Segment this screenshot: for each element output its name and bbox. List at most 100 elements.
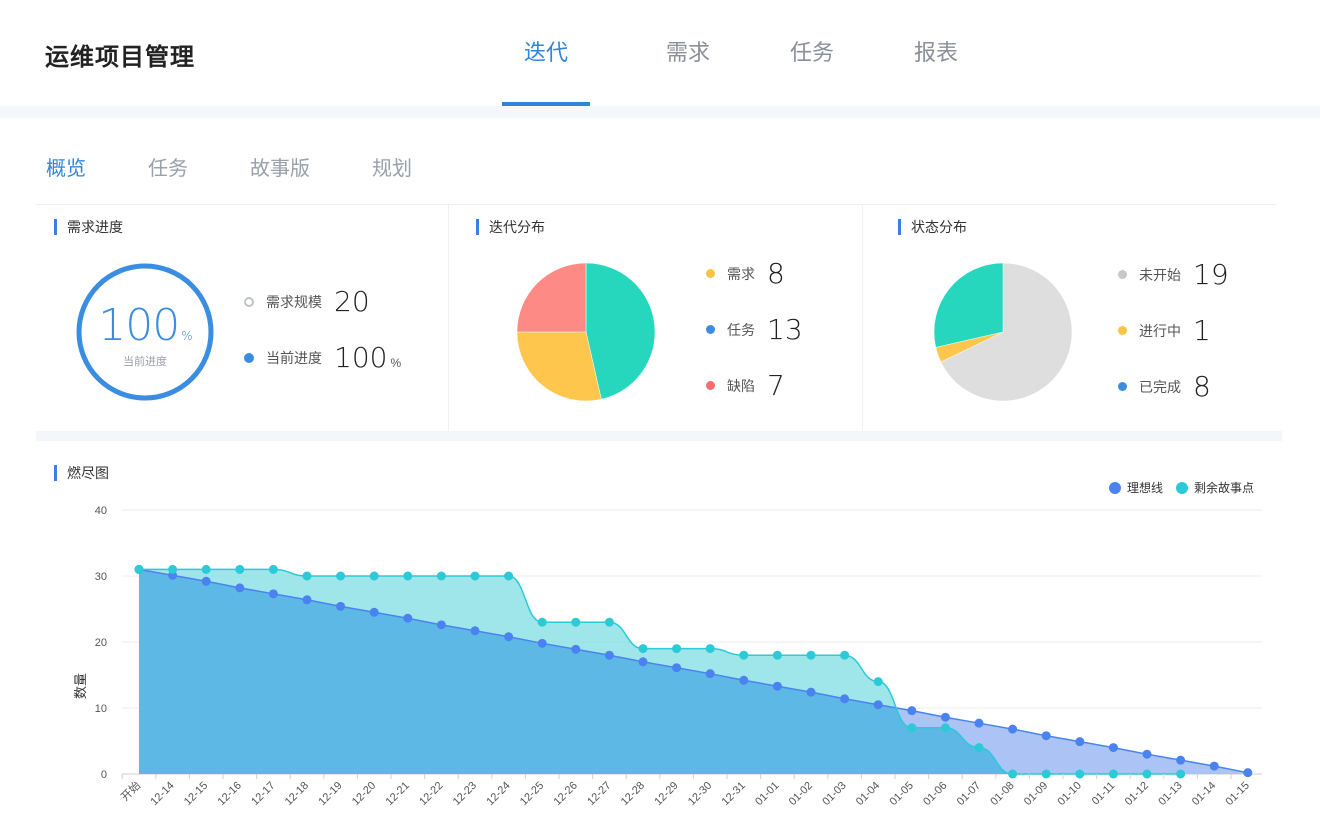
remaining-point[interactable] (806, 650, 816, 660)
remaining-point[interactable] (369, 571, 379, 581)
remaining-point[interactable] (672, 644, 682, 654)
ideal-point[interactable] (1209, 761, 1219, 771)
remaining-point[interactable] (504, 571, 514, 581)
remaining-point[interactable] (436, 571, 446, 581)
remaining-point[interactable] (739, 650, 749, 660)
y-tick-label: 20 (95, 637, 107, 649)
blue-dot-icon (1118, 382, 1127, 391)
remaining-point[interactable] (907, 723, 917, 733)
remaining-point[interactable] (638, 644, 648, 654)
remaining-point[interactable] (604, 617, 614, 627)
ideal-point[interactable] (672, 663, 682, 673)
remaining-point[interactable] (470, 571, 480, 581)
remaining-point[interactable] (873, 677, 883, 687)
x-tick-label: 01-15 (1224, 780, 1252, 808)
remaining-point[interactable] (840, 650, 850, 660)
subtab-overview[interactable]: 概览 (46, 152, 86, 181)
ideal-point[interactable] (1075, 737, 1085, 747)
ideal-point[interactable] (403, 613, 413, 623)
tab-iteration[interactable]: 迭代 (502, 0, 590, 106)
ideal-point[interactable] (336, 601, 346, 611)
ideal-point[interactable] (940, 712, 950, 722)
x-tick-label: 01-02 (787, 780, 815, 808)
remaining-point[interactable] (235, 564, 245, 574)
remaining-point[interactable] (302, 571, 312, 581)
remaining-point[interactable] (134, 564, 144, 574)
x-tick-label: 01-12 (1123, 780, 1151, 808)
remaining-point[interactable] (1075, 769, 1085, 779)
x-tick-label: 12-17 (249, 780, 277, 808)
remaining-point[interactable] (1008, 769, 1018, 779)
remaining-point[interactable] (571, 617, 581, 627)
remaining-point[interactable] (537, 617, 547, 627)
ideal-point[interactable] (907, 706, 917, 716)
remaining-point[interactable] (336, 571, 346, 581)
remaining-point[interactable] (168, 564, 178, 574)
x-tick-label: 01-04 (854, 780, 882, 808)
iter-legend-task: 任务 13 (706, 313, 803, 346)
tab-task[interactable]: 任务 (750, 0, 874, 106)
cards-bottom-band (36, 431, 1282, 441)
status-legend-value: 8 (1193, 370, 1211, 403)
subtab-storyboard[interactable]: 故事版 (250, 152, 310, 181)
ideal-point[interactable] (604, 650, 614, 660)
remaining-point[interactable] (772, 650, 782, 660)
remaining-point[interactable] (1108, 769, 1118, 779)
remaining-point[interactable] (940, 723, 950, 733)
remaining-point[interactable] (1041, 769, 1051, 779)
tab-report[interactable]: 报表 (874, 0, 998, 106)
x-tick-label: 12-22 (417, 780, 445, 808)
ideal-point[interactable] (504, 632, 514, 642)
ideal-point[interactable] (840, 694, 850, 704)
remaining-point[interactable] (974, 743, 984, 753)
x-tick-label: 12-16 (216, 780, 244, 808)
ideal-point[interactable] (436, 620, 446, 630)
iter-legend-label: 缺陷 (727, 377, 755, 394)
remaining-point[interactable] (705, 644, 715, 654)
ideal-point[interactable] (369, 607, 379, 617)
ideal-point[interactable] (537, 638, 547, 648)
ideal-point[interactable] (739, 675, 749, 685)
ideal-point[interactable] (705, 669, 715, 679)
x-tick-label: 开始 (118, 778, 143, 803)
tab-requirement[interactable]: 需求 (626, 0, 750, 106)
ideal-point[interactable] (873, 700, 883, 710)
remaining-point[interactable] (1142, 769, 1152, 779)
iteration-pie-slice[interactable] (516, 262, 587, 333)
subtab-tasks[interactable]: 任务 (148, 152, 188, 181)
ideal-point[interactable] (806, 687, 816, 697)
ideal-point[interactable] (772, 681, 782, 691)
grey-dot-icon (1118, 270, 1127, 279)
demand-scale-row: 需求规模 20 (244, 285, 370, 318)
x-tick-label: 01-06 (921, 780, 949, 808)
demand-scale-label: 需求规模 (266, 293, 322, 310)
header-divider-band (0, 106, 1320, 118)
remaining-point[interactable] (201, 564, 211, 574)
ideal-point[interactable] (235, 583, 245, 593)
ideal-point[interactable] (201, 576, 211, 586)
ideal-point[interactable] (470, 626, 480, 636)
ideal-point[interactable] (268, 589, 278, 599)
remaining-point[interactable] (1176, 769, 1186, 779)
blue-dot-icon (706, 325, 715, 334)
x-tick-label: 12-27 (585, 780, 613, 808)
x-tick-label: 12-24 (484, 780, 512, 808)
ideal-point[interactable] (1008, 724, 1018, 734)
subtab-planning[interactable]: 规划 (372, 152, 412, 181)
remaining-point[interactable] (268, 564, 278, 574)
x-tick-label: 01-13 (1156, 780, 1184, 808)
ideal-point[interactable] (638, 657, 648, 667)
ideal-point[interactable] (1176, 755, 1186, 765)
ideal-point[interactable] (302, 595, 312, 605)
ideal-point[interactable] (571, 644, 581, 654)
ideal-point[interactable] (1243, 768, 1253, 778)
ideal-point[interactable] (1142, 749, 1152, 759)
ring-value-number: 100 (98, 300, 180, 351)
ideal-point[interactable] (974, 718, 984, 728)
remaining-point[interactable] (403, 571, 413, 581)
status-legend-label: 进行中 (1139, 322, 1181, 339)
status-legend-done: 已完成 8 (1118, 370, 1211, 403)
ideal-point[interactable] (1108, 743, 1118, 753)
ideal-point[interactable] (1041, 731, 1051, 741)
x-tick-label: 12-28 (619, 780, 647, 808)
